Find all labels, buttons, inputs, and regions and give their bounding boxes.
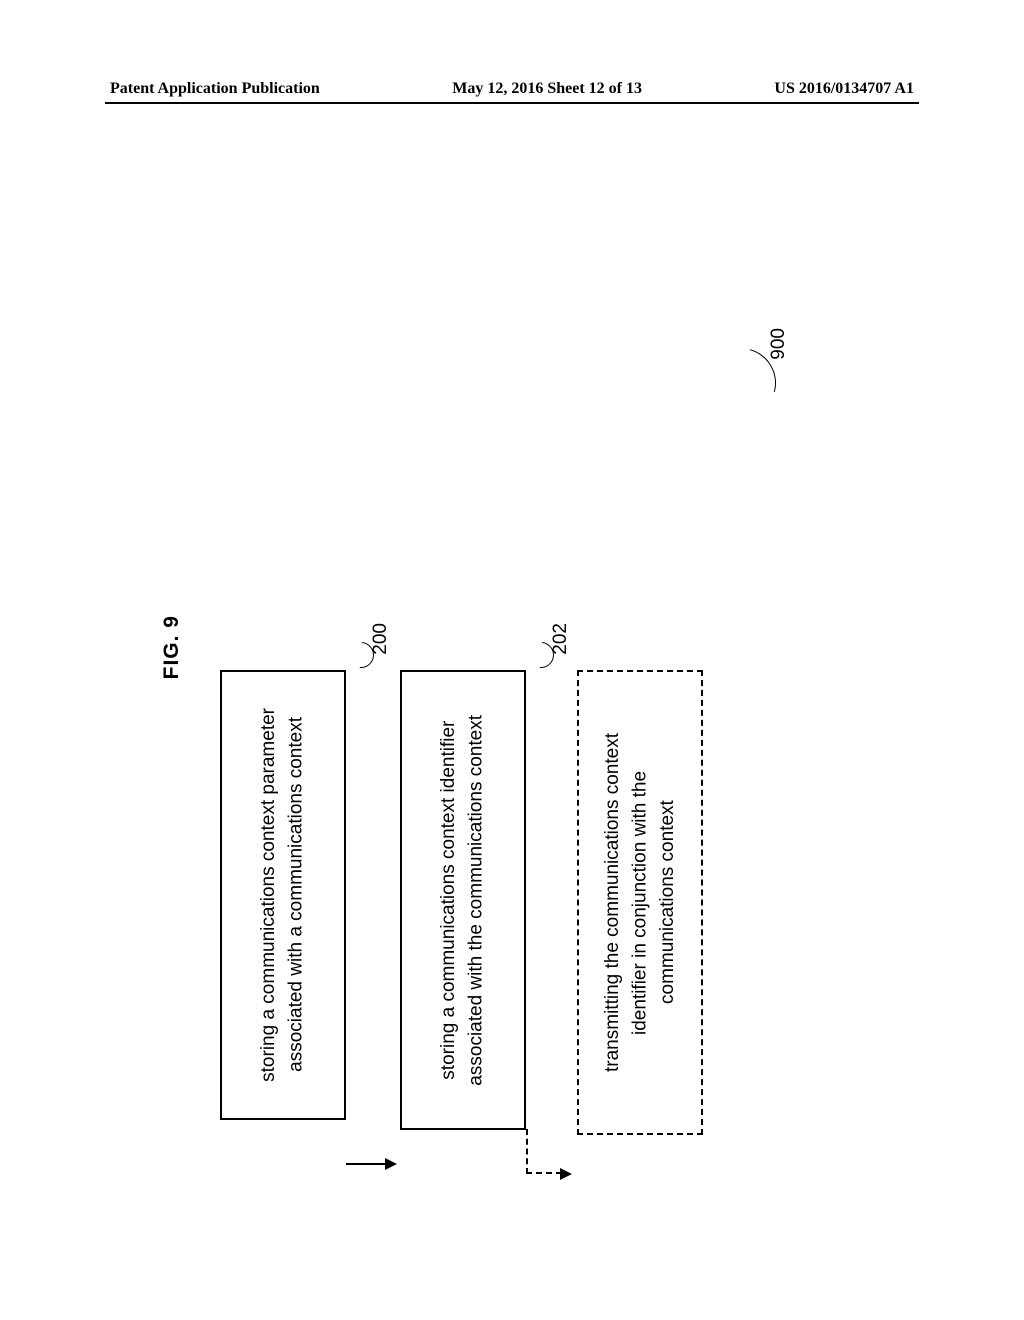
arrow-202-to-900-head [560, 1168, 572, 1180]
ref-900: 900 [768, 328, 790, 360]
header-center: May 12, 2016 Sheet 12 of 13 [452, 80, 642, 98]
box-900-text: transmitting the communications context … [599, 733, 682, 1072]
flowchart-box-200: storing a communications context paramet… [220, 670, 346, 1120]
figure-label: FIG. 9 [160, 615, 184, 679]
arrow-200-to-202-head [385, 1158, 397, 1170]
flowchart-box-202: storing a communications context identif… [400, 670, 526, 1130]
header-rule [105, 102, 919, 104]
arrow-200-to-202-shaft [346, 1163, 386, 1165]
arrow-202-to-900-shaft [526, 1129, 528, 1174]
arrow-202-to-900-seg [526, 1172, 562, 1174]
page-header: Patent Application Publication May 12, 2… [0, 80, 1024, 98]
box-200-text: storing a communications context paramet… [255, 708, 310, 1082]
header-left: Patent Application Publication [110, 80, 320, 98]
header-right: US 2016/0134707 A1 [774, 80, 914, 98]
flowchart-box-900: transmitting the communications context … [577, 670, 703, 1135]
figure-9: FIG. 9 storing a communications context … [130, 170, 910, 1230]
box-202-text: storing a communications context identif… [435, 715, 490, 1086]
